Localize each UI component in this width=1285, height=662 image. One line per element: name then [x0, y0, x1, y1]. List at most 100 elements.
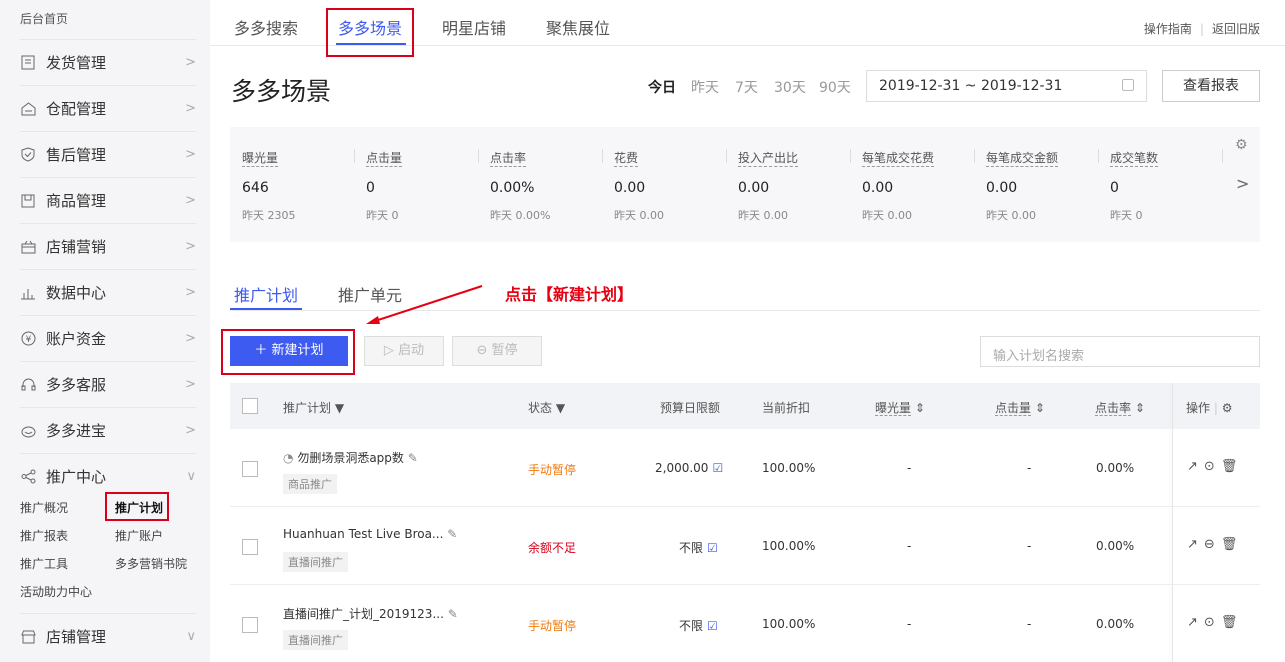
play-circle-icon: ▷	[383, 343, 394, 358]
edit-icon: ✎	[447, 527, 458, 541]
select-all-checkbox[interactable]	[242, 398, 258, 414]
sidebar-sub-promo-overview[interactable]: 推广概况	[20, 499, 68, 516]
stat-yesterday: 昨天 0.00	[862, 209, 912, 222]
sidebar-item-label: 账户资金	[46, 330, 107, 348]
row-checkbox[interactable]	[242, 539, 258, 555]
row-actions: ↗⊙🗑	[1187, 459, 1243, 474]
status-badge: 手动暂停	[528, 463, 577, 477]
chart-icon[interactable]: ↗	[1187, 459, 1204, 474]
edit-icon[interactable]: ☑	[712, 461, 723, 475]
sidebar-item-store-marketing[interactable]: 店铺营销 >	[20, 223, 196, 269]
stats-panel: 曝光量 646 昨天 2305 点击量 0 昨天 0 点击率 0.00% 昨天 …	[230, 127, 1260, 242]
discount-value: 100.00%	[762, 461, 816, 475]
budget-value: 2,000.00 ☑	[655, 461, 724, 475]
sort-icon: ⇕	[1034, 401, 1045, 415]
highlight-box-new-plan	[221, 329, 355, 375]
tab-star-store[interactable]: 明星店铺	[442, 15, 506, 39]
range-90days[interactable]: 90天	[819, 77, 851, 97]
sidebar-item-products[interactable]: 商品管理 >	[20, 177, 196, 223]
edit-icon[interactable]: ☑	[707, 541, 718, 555]
stat-yesterday: 昨天 0	[366, 209, 399, 222]
th-discount: 当前折扣	[762, 401, 811, 415]
sidebar-item-duoduo-jinbao[interactable]: 多多进宝 >	[20, 407, 196, 453]
stat-yesterday: 昨天 0.00	[738, 209, 788, 222]
tab-focus-booth[interactable]: 聚焦展位	[546, 15, 610, 39]
sidebar-sub-promo-tools[interactable]: 推广工具	[20, 555, 68, 572]
range-30days[interactable]: 30天	[774, 77, 806, 97]
pause-circle-icon[interactable]: ⊖	[1204, 537, 1221, 552]
plan-name[interactable]: ◔ 勿删场景洞悉app数 ✎	[283, 449, 418, 466]
status-badge: 余额不足	[528, 541, 577, 555]
play-circle-icon[interactable]: ⊙	[1204, 459, 1221, 474]
range-yesterday[interactable]: 昨天	[691, 77, 719, 97]
chevron-right-icon: >	[185, 239, 196, 254]
sidebar-item-store-management[interactable]: 店铺管理 ∨	[20, 613, 196, 659]
trash-icon[interactable]: 🗑	[1221, 459, 1244, 474]
ctr-value: 0.00%	[1096, 539, 1135, 553]
sidebar-item-aftersales[interactable]: 售后管理 >	[20, 131, 196, 177]
tab-promo-plan[interactable]: 推广计划	[234, 282, 298, 306]
chevron-right-icon[interactable]: >	[1236, 174, 1249, 193]
sidebar-item-label: 数据中心	[46, 284, 107, 302]
clicks-value: -	[1027, 539, 1032, 553]
sidebar-sub-marketing-academy[interactable]: 多多营销书院	[115, 555, 187, 572]
trash-icon[interactable]: 🗑	[1221, 537, 1244, 552]
exposure-value: -	[907, 617, 912, 631]
play-circle-icon[interactable]: ⊙	[1204, 615, 1221, 630]
active-subtab-indicator	[230, 308, 302, 310]
th-clicks[interactable]: 点击量 ⇕	[995, 399, 1045, 416]
back-old-version-link[interactable]: 返回旧版	[1212, 22, 1260, 36]
th-ctr[interactable]: 点击率 ⇕	[1095, 399, 1145, 416]
stat-label: 点击量	[366, 151, 403, 167]
gear-icon[interactable]: ⚙	[1235, 137, 1248, 153]
date-range-picker[interactable]: 2019-12-31 ~ 2019-12-31	[866, 70, 1147, 102]
view-report-button[interactable]: 查看报表	[1162, 70, 1260, 102]
sidebar-item-data-center[interactable]: 数据中心 >	[20, 269, 196, 315]
range-7days[interactable]: 7天	[735, 77, 758, 97]
plan-name[interactable]: Huanhuan Test Live Broa... ✎	[283, 527, 457, 541]
pause-button[interactable]: ⊖ 暂停	[452, 336, 542, 366]
table-row: ◔ 勿删场景洞悉app数 ✎ 商品推广 手动暂停 2,000.00 ☑ 100.0…	[230, 429, 1260, 507]
sidebar-item-shipping[interactable]: 发货管理 >	[20, 39, 196, 85]
table-header: 推广计划 ▼ 状态 ▼ 预算日限额 当前折扣 曝光量 ⇕ 点击量 ⇕ 点击率 ⇕…	[230, 383, 1260, 429]
chevron-right-icon: >	[185, 55, 196, 70]
chevron-right-icon: >	[185, 193, 196, 208]
stat-yesterday: 昨天 0.00%	[490, 209, 551, 222]
chart-icon[interactable]: ↗	[1187, 615, 1204, 630]
calendar-icon	[1122, 79, 1134, 91]
sidebar-home[interactable]: 后台首页	[20, 10, 68, 27]
exposure-value: -	[907, 539, 912, 553]
plan-tag: 商品推广	[283, 474, 337, 494]
plan-search-input[interactable]: 输入计划名搜索	[980, 336, 1260, 367]
th-plan: 推广计划 ▼	[283, 401, 345, 415]
edit-icon[interactable]: ☑	[707, 619, 718, 633]
trash-icon[interactable]: 🗑	[1221, 615, 1244, 630]
chevron-right-icon: >	[185, 331, 196, 346]
chart-icon[interactable]: ↗	[1187, 537, 1204, 552]
sidebar-sub-promo-account[interactable]: 推广账户	[115, 527, 163, 544]
stat-value: 0.00	[738, 180, 770, 196]
clock-icon: ◔	[283, 451, 294, 465]
start-button[interactable]: ▷ 启动	[364, 336, 444, 366]
th-exposure[interactable]: 曝光量 ⇕	[875, 399, 925, 416]
row-checkbox[interactable]	[242, 617, 258, 633]
sidebar-sub-activity-center[interactable]: 活动助力中心	[20, 583, 92, 600]
guide-link[interactable]: 操作指南	[1144, 22, 1192, 36]
sidebar-item-label: 多多客服	[46, 376, 107, 394]
th-budget: 预算日限额	[660, 401, 721, 415]
tab-duoduo-search[interactable]: 多多搜索	[234, 15, 298, 39]
budget-value: 不限 ☑	[679, 619, 718, 633]
range-today[interactable]: 今日	[648, 77, 676, 97]
sidebar-sub-promo-report[interactable]: 推广报表	[20, 527, 68, 544]
plan-name[interactable]: 直播间推广_计划_2019123... ✎	[283, 605, 458, 622]
chevron-down-icon: ∨	[186, 629, 196, 644]
sidebar-item-warehouse[interactable]: 仓配管理 >	[20, 85, 196, 131]
sidebar-item-label: 售后管理	[46, 146, 107, 164]
stat-yesterday: 昨天 0.00	[614, 209, 664, 222]
ctr-value: 0.00%	[1096, 461, 1135, 475]
budget-value: 不限 ☑	[679, 541, 718, 555]
row-checkbox[interactable]	[242, 461, 258, 477]
sidebar-item-account-funds[interactable]: ¥ 账户资金 >	[20, 315, 196, 361]
sidebar-item-customer-service[interactable]: 多多客服 >	[20, 361, 196, 407]
stat-label: 投入产出比	[738, 151, 799, 167]
